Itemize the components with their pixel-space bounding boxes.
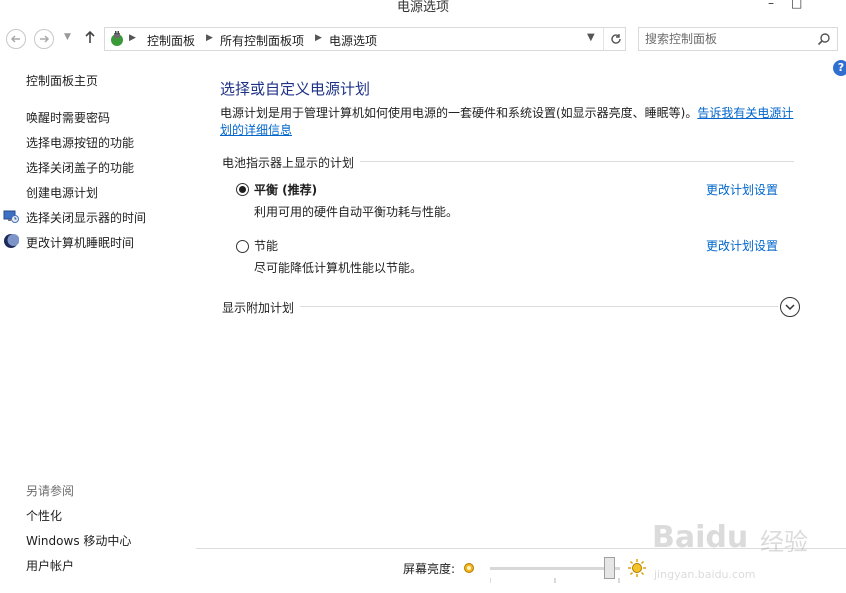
title-bar: 电源选项 – □ [0, 0, 846, 20]
minimize-button[interactable]: – [768, 0, 774, 10]
sidebar-item-display-off-time[interactable]: 选择关闭显示器的时间 [26, 209, 146, 226]
search-input[interactable] [645, 31, 809, 47]
arrow-right-icon [40, 35, 50, 43]
brightness-slider-ticks [490, 578, 620, 583]
help-icon[interactable]: ? [833, 60, 846, 76]
search-box[interactable] [638, 27, 838, 51]
change-plan-settings-balanced[interactable]: 更改计划设置 [706, 181, 778, 198]
sidebar-item-control-panel-home[interactable]: 控制面板主页 [26, 72, 98, 89]
back-button[interactable] [6, 29, 26, 49]
see-also-personalization[interactable]: 个性化 [26, 507, 62, 524]
breadcrumb-all-items[interactable]: 所有控制面板项 [220, 32, 304, 49]
sidebar-item-lid-close[interactable]: 选择关闭盖子的功能 [26, 159, 134, 176]
maximize-button[interactable]: □ [791, 0, 802, 10]
window-title: 电源选项 [396, 0, 449, 15]
monitor-clock-icon [3, 210, 19, 223]
breadcrumb-separator[interactable]: ▶ [129, 33, 136, 43]
arrow-left-icon [10, 35, 20, 43]
breadcrumb-separator[interactable]: ▶ [206, 33, 213, 43]
dim-brightness-icon [464, 563, 474, 573]
plan-balanced-description: 利用可用的硬件自动平衡功耗与性能。 [254, 205, 459, 219]
bright-brightness-icon [628, 559, 646, 577]
plan-balanced-radio[interactable] [236, 183, 249, 196]
battery-plans-heading: 电池指示器上显示的计划 [222, 154, 361, 171]
expand-additional-plans-button[interactable] [780, 297, 800, 317]
sidebar-item-create-plan[interactable]: 创建电源计划 [26, 184, 98, 201]
watermark-brand: Baidu [652, 520, 749, 555]
chevron-down-icon[interactable]: ▼ [587, 32, 595, 43]
page-title: 选择或自定义电源计划 [220, 80, 371, 98]
see-also-heading: 另请参阅 [26, 484, 75, 498]
brightness-label: 屏幕亮度: [403, 562, 456, 576]
navigation-bar: ▼ ▶ 控制面板 ▶ 所有控制面板项 ▶ 电源选项 ▼ [0, 24, 846, 54]
search-icon[interactable] [817, 32, 831, 46]
refresh-icon [610, 34, 621, 44]
breadcrumb-power-options[interactable]: 电源选项 [329, 32, 377, 49]
plan-power-saver-description: 尽可能降低计算机性能以节能。 [254, 261, 423, 275]
recent-locations-dropdown[interactable]: ▼ [64, 32, 71, 42]
show-additional-plans[interactable]: 显示附加计划 [222, 299, 301, 316]
divider [222, 306, 778, 307]
up-button[interactable] [84, 30, 96, 48]
description-text: 电源计划是用于管理计算机如何使用电源的一套硬件和系统设置(如显示器亮度、睡眠等)… [220, 106, 698, 120]
breadcrumb-control-panel[interactable]: 控制面板 [147, 32, 195, 49]
forward-button[interactable] [34, 29, 54, 49]
refresh-button[interactable] [603, 28, 627, 50]
brightness-slider-track[interactable] [490, 567, 620, 570]
see-also-user-accounts[interactable]: 用户帐户 [26, 557, 74, 574]
plan-power-saver-radio[interactable] [236, 240, 249, 253]
power-options-icon [111, 31, 123, 46]
sidebar-item-wake-password[interactable]: 唤醒时需要密码 [26, 109, 110, 126]
plan-balanced-name[interactable]: 平衡 (推荐) [254, 181, 317, 198]
arrow-up-icon [85, 30, 95, 43]
sidebar-item-power-button[interactable]: 选择电源按钮的功能 [26, 134, 134, 151]
watermark-brand-cn: 经验 [760, 528, 808, 556]
close-button[interactable] [814, 0, 846, 12]
chevron-down-icon [785, 304, 795, 311]
address-bar[interactable]: ▶ 控制面板 ▶ 所有控制面板项 ▶ 电源选项 ▼ [104, 27, 626, 51]
brightness-slider-thumb[interactable] [604, 557, 616, 579]
sidebar-item-sleep-time[interactable]: 更改计算机睡眠时间 [26, 234, 134, 251]
moon-icon [4, 234, 19, 248]
breadcrumb-separator[interactable]: ▶ [315, 33, 322, 43]
plan-power-saver-name[interactable]: 节能 [254, 237, 278, 254]
page-description: 电源计划是用于管理计算机如何使用电源的一套硬件和系统设置(如显示器亮度、睡眠等)… [220, 105, 800, 139]
baidu-watermark: Baidu 经验 jingyan.baidu.com [650, 500, 840, 590]
change-plan-settings-power-saver[interactable]: 更改计划设置 [706, 237, 778, 254]
sidebar: 控制面板主页 唤醒时需要密码 选择电源按钮的功能 选择关闭盖子的功能 创建电源计… [0, 60, 196, 593]
see-also-mobility-center[interactable]: Windows 移动中心 [26, 532, 131, 549]
watermark-url: jingyan.baidu.com [654, 568, 756, 581]
